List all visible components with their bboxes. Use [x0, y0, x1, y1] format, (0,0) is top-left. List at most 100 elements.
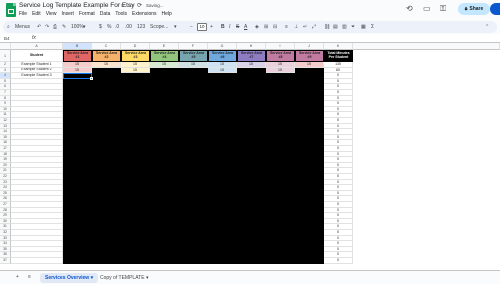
menu-format[interactable]: Format — [79, 11, 95, 17]
meet-video-icon[interactable]: ▭ — [423, 4, 431, 13]
zoom-chevron-icon[interactable]: ▾ — [83, 23, 86, 31]
column-header-b[interactable]: B — [63, 43, 92, 50]
text-rotate-icon[interactable]: ⤢ — [312, 23, 316, 31]
column-header-e[interactable]: E — [150, 43, 179, 50]
undo-icon[interactable]: ↶ — [37, 23, 41, 31]
star-icon[interactable]: ☆ — [120, 2, 125, 9]
sheet-grid[interactable]: A B C D E F G H I J K 1 2 3 4 5 6 7 8 9 10 11 12 13 14 15 16 17 18 19… — [0, 43, 500, 270]
total-minutes-cell[interactable]: 0 — [324, 258, 353, 264]
font-chevron-icon[interactable]: ▾ — [174, 23, 177, 31]
zoom-select[interactable]: 100% — [71, 23, 84, 31]
toolbar: ⌕ Menus ↶ ↷ ⎙ ✎ 100% ▾ $ % .0 .00 123 Sc… — [3, 21, 497, 33]
column-header-f[interactable]: F — [179, 43, 208, 50]
font-size-increase-icon[interactable]: + — [210, 23, 213, 31]
search-icon[interactable]: ⌕ — [7, 23, 10, 31]
paint-format-icon[interactable]: ✎ — [62, 23, 66, 31]
menu-help[interactable]: Help — [162, 11, 172, 17]
menu-insert[interactable]: Insert — [61, 11, 74, 17]
functions-icon[interactable]: Σ — [371, 23, 374, 31]
bold-button[interactable]: B — [221, 23, 225, 31]
move-folder-icon[interactable]: ▭ — [128, 2, 134, 9]
service-area-header-9: Service Area #9 — [295, 50, 324, 62]
horizontal-align-icon[interactable]: ≡ — [285, 23, 288, 31]
minutes-cell[interactable]: 15 — [237, 62, 266, 68]
column-header-filler — [353, 43, 500, 50]
column-header-g[interactable]: G — [208, 43, 237, 50]
add-sheet-button[interactable]: + — [16, 274, 19, 280]
decrease-decimal-button[interactable]: .0 — [115, 23, 119, 31]
document-title[interactable]: Service Log Template Example For Etsy — [19, 2, 135, 9]
select-all-corner[interactable] — [0, 43, 11, 50]
tab-label: Services Overview — [45, 275, 90, 281]
service-area-number: #3 — [133, 55, 138, 59]
empty-cell[interactable] — [11, 258, 63, 264]
column-header-k[interactable]: K — [324, 43, 353, 50]
percent-button[interactable]: % — [107, 23, 111, 31]
column-header-h[interactable]: H — [237, 43, 266, 50]
filter-icon[interactable]: ⏷ — [351, 23, 355, 31]
chevron-down-icon: ▾ — [90, 275, 94, 281]
currency-button[interactable]: $ — [99, 23, 102, 31]
avatar[interactable] — [490, 3, 500, 15]
service-area-number: #2 — [104, 55, 109, 59]
vertical-align-icon[interactable]: ⊥ — [294, 23, 298, 31]
text-wrap-icon[interactable]: ↵ — [303, 23, 307, 31]
menu-data[interactable]: Data — [100, 11, 111, 17]
minutes-cell[interactable]: 15 — [121, 67, 150, 74]
tab-services-overview[interactable]: Services Overview ▾ — [40, 273, 99, 283]
minutes-cell[interactable]: 15 — [266, 67, 295, 74]
fill-handle[interactable] — [90, 76, 93, 80]
lock-small-icon: 🔒︎ — [464, 6, 468, 12]
service-area-header-6: Service Area #6 — [208, 50, 237, 62]
redo-icon[interactable]: ↷ — [45, 23, 49, 31]
service-area-number: #4 — [162, 55, 167, 59]
column-header-c[interactable]: C — [92, 43, 121, 50]
sheets-logo-icon[interactable] — [6, 3, 16, 17]
fill-color-icon[interactable]: ◈ — [255, 23, 259, 31]
minutes-cell[interactable]: 15 — [92, 62, 121, 68]
minutes-cell[interactable]: 15 — [150, 62, 179, 68]
name-box[interactable]: B4 — [4, 36, 10, 41]
row-header-37[interactable]: 37 — [0, 258, 11, 264]
italic-button[interactable]: I — [229, 23, 230, 31]
row-header-1[interactable]: 1 — [0, 50, 11, 62]
service-area-header-2: Service Area #2 — [92, 50, 121, 62]
menu-view[interactable]: View — [46, 11, 57, 17]
minutes-cell[interactable]: 15 — [179, 62, 208, 68]
tab-copy-of-template[interactable]: Copy of TEMPLATE ▾ — [96, 273, 152, 283]
sync-icon[interactable]: ⟳ — [137, 2, 142, 9]
lock-icon[interactable]: ⚿ — [440, 4, 446, 14]
number-format-button[interactable]: 123 — [137, 23, 145, 31]
font-size-decrease-icon[interactable]: − — [190, 23, 193, 31]
increase-decimal-button[interactable]: .00 — [125, 23, 132, 31]
history-icon[interactable]: ⟲ — [406, 4, 413, 13]
insert-chart-icon[interactable]: ▥ — [342, 23, 347, 31]
strikethrough-icon[interactable]: S — [236, 23, 239, 31]
all-sheets-button[interactable]: ≡ — [28, 274, 31, 280]
share-button[interactable]: 🔒︎ Share — [458, 3, 490, 15]
collapse-toolbar-icon[interactable]: ⌃ — [485, 23, 489, 31]
minutes-cell[interactable]: 15 — [295, 62, 324, 68]
column-header-i[interactable]: I — [266, 43, 295, 50]
column-header-d[interactable]: D — [121, 43, 150, 50]
minutes-cell[interactable]: 15 — [208, 67, 237, 74]
font-select[interactable]: Scope... — [150, 23, 168, 31]
insert-link-icon[interactable]: ⛓ — [324, 23, 330, 31]
menu-edit[interactable]: Edit — [32, 11, 41, 17]
service-area-number: #9 — [307, 55, 312, 59]
print-icon[interactable]: ⎙ — [53, 23, 57, 31]
text-color-icon[interactable]: A — [244, 23, 247, 31]
insert-comment-icon[interactable]: ▤ — [333, 23, 338, 31]
menus-button[interactable]: Menus — [15, 23, 30, 31]
tab-label: Copy of TEMPLATE — [100, 275, 145, 281]
column-header-j[interactable]: J — [295, 43, 324, 50]
filter-views-icon[interactable]: ▦ — [361, 23, 366, 31]
service-area-number: #8 — [278, 55, 283, 59]
menu-file[interactable]: File — [19, 11, 27, 17]
menu-extensions[interactable]: Extensions — [132, 11, 156, 17]
borders-icon[interactable]: ⊞ — [264, 23, 268, 31]
font-size-input[interactable]: 10 — [197, 23, 207, 31]
menu-tools[interactable]: Tools — [115, 11, 127, 17]
merge-cells-icon[interactable]: ⊟ — [273, 23, 277, 31]
column-header-a[interactable]: A — [11, 43, 63, 50]
